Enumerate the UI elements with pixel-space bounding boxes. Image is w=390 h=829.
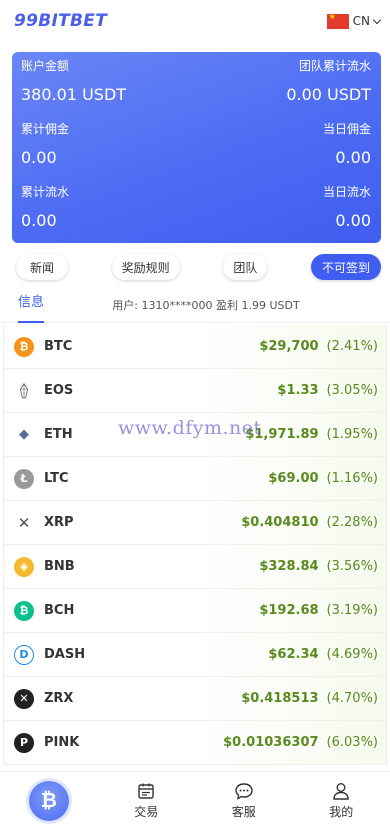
action-buttons: 新闻 奖励规则 团队 不可签到 xyxy=(0,254,390,280)
coin-change: (1.16%) xyxy=(326,471,378,486)
coin-row[interactable]: ✕ ZRX $0.418513 (4.70%) xyxy=(4,677,386,721)
chevron-down-icon xyxy=(372,15,382,24)
account-summary-card: 账户金额 团队累计流水 380.01 USDT 0.00 USDT 累计佣金 当… xyxy=(12,52,381,243)
nav-home[interactable]: ₿ xyxy=(19,780,79,821)
coin-price: $62.34 xyxy=(268,647,319,662)
bnb-icon: ◈ xyxy=(14,556,34,577)
nav-trade-label: 交易 xyxy=(134,805,159,819)
today-commission-value: 0.00 xyxy=(335,148,371,167)
coin-price: $1.33 xyxy=(277,383,319,398)
coin-change: (3.19%) xyxy=(326,603,378,618)
bitcoin-home-icon: ₿ xyxy=(28,780,69,821)
china-flag-icon xyxy=(326,12,349,29)
coin-symbol: LTC xyxy=(44,471,69,486)
coin-price: $69.00 xyxy=(268,471,319,486)
coin-row[interactable]: EOS $1.33 (3.05%) xyxy=(4,369,386,413)
coin-change: (4.69%) xyxy=(326,647,378,662)
coin-row[interactable]: Ł LTC $69.00 (1.16%) xyxy=(4,457,386,501)
language-selector[interactable]: CN xyxy=(326,12,382,29)
signin-button[interactable]: 不可签到 xyxy=(310,254,381,280)
coin-change: (6.03%) xyxy=(326,735,378,750)
coin-row[interactable]: ₿ BTC $29,700 (2.41%) xyxy=(4,325,386,369)
coin-symbol: EOS xyxy=(44,383,74,398)
bottom-nav: ₿ 交易 客服 我的 xyxy=(0,771,390,829)
flow-label: 累计流水 xyxy=(21,185,70,199)
coin-symbol: BTC xyxy=(44,339,73,354)
coin-row[interactable]: ✕ XRP $0.404810 (2.28%) xyxy=(4,501,386,545)
coin-symbol: PINK xyxy=(44,735,80,750)
nav-trade[interactable]: 交易 xyxy=(116,781,176,820)
flow-value: 0.00 xyxy=(21,211,57,230)
profit-ticker: 用户: 1310****000 盈利 1.99 USDT xyxy=(112,298,300,312)
zrx-icon: ✕ xyxy=(14,688,34,709)
coin-symbol: BCH xyxy=(44,603,75,618)
nav-service-label: 客服 xyxy=(231,805,256,819)
today-commission-label: 当日佣金 xyxy=(322,122,371,136)
coin-symbol: XRP xyxy=(44,515,74,530)
tab-info[interactable]: 信息 xyxy=(0,287,62,323)
ethereum-icon: ◆ xyxy=(14,424,34,445)
coin-change: (3.05%) xyxy=(326,383,378,398)
today-flow-label: 当日流水 xyxy=(322,185,371,199)
dash-icon: D xyxy=(14,644,34,665)
bch-icon: ₿ xyxy=(14,600,34,621)
litecoin-icon: Ł xyxy=(14,468,34,489)
coin-price: $0.404810 xyxy=(241,515,319,530)
balance-label: 账户金额 xyxy=(21,59,70,73)
watermark: www.dfym.net xyxy=(118,417,262,439)
pink-icon: P xyxy=(14,732,34,753)
team-flow-label: 团队累计流水 xyxy=(298,59,371,73)
coin-row[interactable]: ₿ BCH $192.68 (3.19%) xyxy=(4,589,386,633)
coin-symbol: ZRX xyxy=(44,691,74,706)
user-icon xyxy=(333,783,349,800)
coin-price: $328.84 xyxy=(259,559,319,574)
top-header: 99BITBET CN xyxy=(0,0,390,42)
coin-row[interactable]: D DASH $62.34 (4.69%) xyxy=(4,633,386,677)
eos-icon xyxy=(14,380,34,401)
coin-change: (2.28%) xyxy=(326,515,378,530)
coin-change: (2.41%) xyxy=(326,339,378,354)
coin-list: ₿ BTC $29,700 (2.41%) EOS $1.33 (3.05%) ◆ ETH $1,… xyxy=(3,325,387,765)
coin-row[interactable]: P PINK $0.01036307 (6.03%) xyxy=(4,721,386,765)
calendar-icon xyxy=(138,783,154,799)
coin-change: (3.56%) xyxy=(326,559,378,574)
coin-symbol: DASH xyxy=(44,647,86,662)
news-button[interactable]: 新闻 xyxy=(16,254,68,280)
team-flow-value: 0.00 USDT xyxy=(286,85,371,104)
team-button[interactable]: 团队 xyxy=(223,254,268,280)
coin-price: $0.418513 xyxy=(241,691,319,706)
coin-symbol: BNB xyxy=(44,559,75,574)
coin-change: (4.70%) xyxy=(326,691,378,706)
xrp-icon: ✕ xyxy=(14,512,34,533)
coin-price: $192.68 xyxy=(259,603,319,618)
nav-mine[interactable]: 我的 xyxy=(311,781,371,820)
coin-price: $29,700 xyxy=(259,339,319,354)
commission-label: 累计佣金 xyxy=(21,122,70,136)
nav-mine-label: 我的 xyxy=(329,805,354,819)
language-code: CN xyxy=(352,14,370,28)
bitcoin-icon: ₿ xyxy=(14,336,34,357)
reward-rules-button[interactable]: 奖励规则 xyxy=(111,254,180,280)
balance-value: 380.01 USDT xyxy=(21,85,127,104)
today-flow-value: 0.00 xyxy=(335,211,371,230)
brand-logo[interactable]: 99BITBET xyxy=(14,11,107,31)
info-tab-bar: 信息 用户: 1310****000 盈利 1.99 USDT xyxy=(0,287,390,323)
coin-change: (1.95%) xyxy=(326,427,378,442)
commission-value: 0.00 xyxy=(21,148,57,167)
coin-row[interactable]: ◈ BNB $328.84 (3.56%) xyxy=(4,545,386,589)
coin-price: $0.01036307 xyxy=(223,735,319,750)
nav-service[interactable]: 客服 xyxy=(214,781,274,820)
chat-bubble-icon xyxy=(235,783,253,800)
coin-symbol: ETH xyxy=(44,427,73,442)
